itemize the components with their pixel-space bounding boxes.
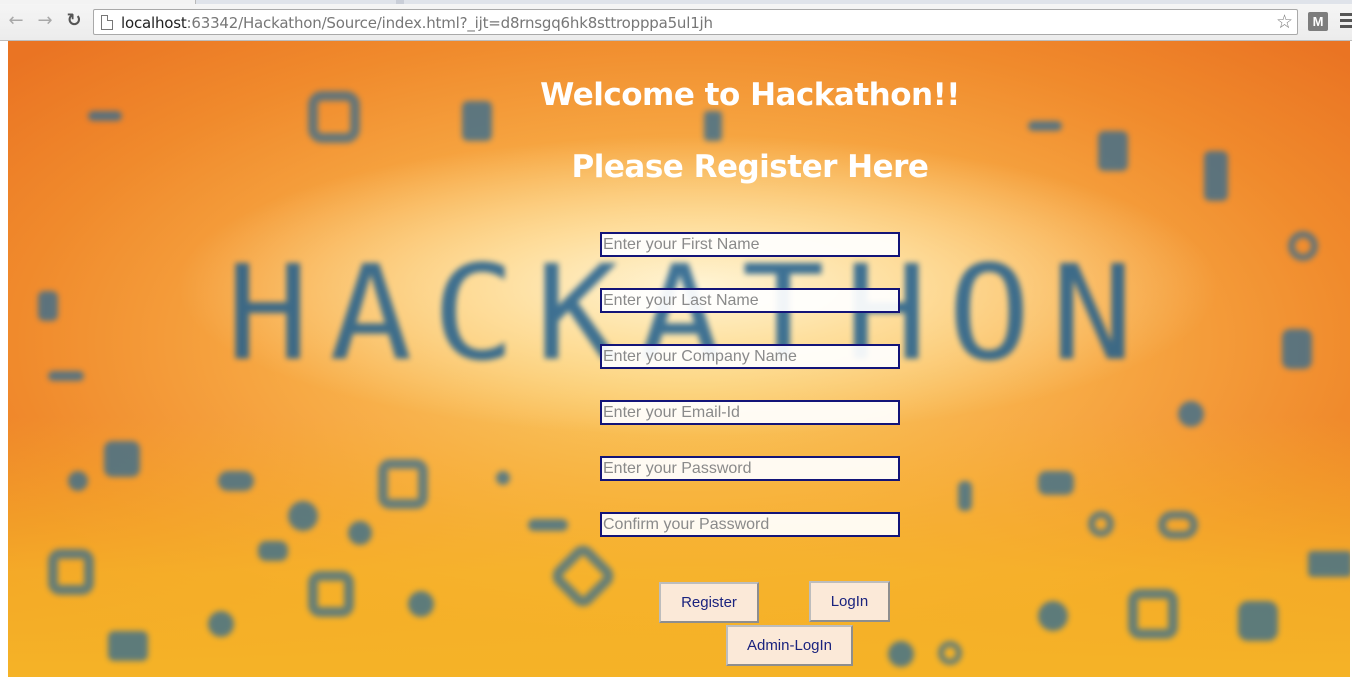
active-tab[interactable] [0,0,196,4]
decorative-shape [888,641,914,667]
decorative-shape [1098,131,1128,171]
tab-strip [0,0,1352,4]
decorative-shape [1128,589,1178,639]
url-path: :63342/Hackathon/Source/index.html?_ijt=… [186,14,713,32]
decorative-shape [528,519,568,531]
decorative-shape [1178,401,1204,427]
decorative-shape [1158,511,1198,539]
login-button[interactable]: LogIn [809,581,890,622]
reload-icon[interactable]: ↻ [63,10,85,32]
last-name-input[interactable] [600,288,900,313]
url-text[interactable]: localhost:63342/Hackathon/Source/index.h… [121,14,713,32]
new-tab[interactable] [396,0,404,4]
decorative-shape [308,571,354,617]
decorative-shape [496,471,510,485]
decorative-shape [1038,471,1074,495]
decorative-shape [1038,601,1068,631]
decorative-shape [308,91,360,143]
admin-login-button[interactable]: Admin-LogIn [726,625,853,666]
company-name-input[interactable] [600,344,900,369]
decorative-shape [348,521,372,545]
page-viewport: HACKATHON Welcome to Hackathon!! Please … [0,41,1352,687]
page-icon [101,15,113,30]
bookmark-star-icon[interactable]: ☆ [1276,11,1293,33]
extension-icon[interactable]: M [1308,12,1328,31]
decorative-shape [958,481,972,511]
back-arrow-icon[interactable]: ← [5,10,27,32]
decorative-shape [704,111,722,141]
decorative-shape [258,541,288,561]
decorative-shape [378,459,428,509]
decorative-shape [48,371,84,381]
register-button[interactable]: Register [659,582,759,623]
url-host: localhost [121,14,187,32]
decorative-shape [104,441,140,477]
email-input[interactable] [600,400,900,425]
decorative-shape [68,471,88,491]
browser-toolbar: ← → ↻ localhost:63342/Hackathon/Source/i… [0,0,1352,41]
decorative-shape [1282,329,1312,369]
confirm-password-input[interactable] [600,512,900,537]
decorative-shape [208,611,234,637]
decorative-shape [1204,151,1228,201]
decorative-shape [48,549,94,595]
decorative-shape [288,501,318,531]
decorative-shape [1088,511,1114,537]
decorative-shape [108,631,148,661]
decorative-shape [938,641,962,665]
menu-icon[interactable] [1340,13,1352,29]
decorative-shape [1288,231,1318,261]
forward-arrow-icon[interactable]: → [34,10,56,32]
decorative-shape [1308,551,1350,577]
decorative-shape [408,591,434,617]
decorative-shape [1028,121,1062,131]
first-name-input[interactable] [600,232,900,257]
decorative-shape [1238,601,1278,641]
decorative-shape [88,111,122,121]
decorative-shape [38,291,58,321]
password-input[interactable] [600,456,900,481]
decorative-shape [218,471,254,491]
register-heading: Please Register Here [571,149,929,185]
page-title: Welcome to Hackathon!! [540,77,960,113]
address-bar[interactable]: localhost:63342/Hackathon/Source/index.h… [93,9,1298,35]
